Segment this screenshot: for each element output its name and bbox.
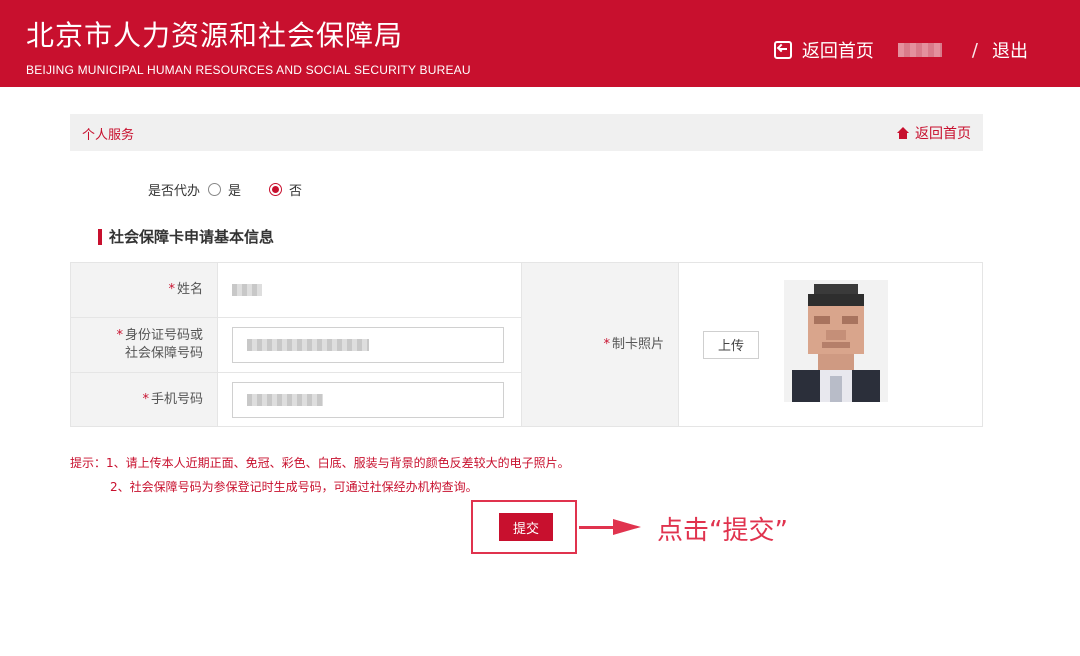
header-home-link[interactable]: 返回首页 xyxy=(802,37,874,63)
phone-value-cell xyxy=(218,373,522,426)
submit-button[interactable]: 提交 xyxy=(499,513,553,541)
name-value-cell xyxy=(218,263,522,318)
section-title: 社会保障卡申请基本信息 xyxy=(98,226,274,247)
breadcrumb-home-link[interactable]: 返回首页 xyxy=(897,123,971,143)
id-number-masked xyxy=(247,339,369,351)
section-marker xyxy=(98,228,102,245)
name-value-masked xyxy=(232,284,262,296)
breadcrumb: 个人服务 返回首页 xyxy=(70,114,983,151)
proxy-label: 是否代办 xyxy=(148,184,201,199)
id-value-cell xyxy=(218,318,522,373)
upload-button[interactable]: 上传 xyxy=(703,330,759,359)
pointer-arrow-icon xyxy=(613,519,641,535)
username-masked xyxy=(897,43,942,57)
return-home-icon[interactable] xyxy=(773,41,792,59)
phone-masked xyxy=(247,393,323,406)
phone-label: 手机号码 xyxy=(150,391,203,407)
site-subtitle: BEIJING MUNICIPAL HUMAN RESOURCES AND SO… xyxy=(26,63,471,77)
proxy-option-no[interactable]: 否 xyxy=(289,180,302,199)
uploaded-photo xyxy=(784,280,888,402)
proxy-radio-group: 是否代办 是 否 xyxy=(148,180,322,199)
tip-line-2: 2、社会保障号码为参保登记时生成号码，可通过社保经办机构查询。 xyxy=(110,480,478,494)
photo-label-cell: * 制卡照片 xyxy=(522,263,679,426)
header-separator: / xyxy=(971,39,978,61)
required-mark: * xyxy=(168,282,175,297)
proxy-option-yes[interactable]: 是 xyxy=(228,180,241,199)
required-mark: * xyxy=(603,336,610,352)
section-title-text: 社会保障卡申请基本信息 xyxy=(109,228,275,246)
site-header: 北京市人力资源和社会保障局 BEIJING MUNICIPAL HUMAN RE… xyxy=(0,0,1080,87)
tip-line-1: 提示：1、请上传本人近期正面、免冠、彩色、白底、服装与背景的颜色反差较大的电子照… xyxy=(70,456,570,470)
phone-input[interactable] xyxy=(232,381,504,418)
photo-image xyxy=(784,280,888,402)
name-label: 姓名 xyxy=(176,282,203,297)
header-nav: 返回首页 / 退出 xyxy=(773,36,1028,64)
breadcrumb-home-label: 返回首页 xyxy=(915,126,971,142)
upload-tips: 提示：1、请上传本人近期正面、免冠、彩色、白底、服装与背景的颜色反差较大的电子照… xyxy=(70,451,570,499)
proxy-radio-yes[interactable] xyxy=(208,183,222,196)
instruction-callout: 点击“提交” xyxy=(657,516,788,546)
id-label-line2: 社会保障号码 xyxy=(124,346,203,361)
id-label-line1: 身份证号码或 xyxy=(124,328,203,343)
breadcrumb-section[interactable]: 个人服务 xyxy=(82,124,134,143)
name-label-cell: * 姓名 xyxy=(71,263,218,318)
required-mark: * xyxy=(116,328,123,343)
id-number-input[interactable] xyxy=(232,327,504,363)
id-label-cell: * 身份证号码或 社会保障号码 xyxy=(71,318,218,373)
house-icon xyxy=(897,127,909,139)
site-title: 北京市人力资源和社会保障局 xyxy=(26,19,404,52)
proxy-radio-no[interactable] xyxy=(269,183,283,196)
logout-link[interactable]: 退出 xyxy=(992,37,1028,63)
phone-label-cell: * 手机号码 xyxy=(71,373,218,426)
photo-label: 制卡照片 xyxy=(611,336,664,352)
pointer-arrow-line xyxy=(579,526,615,529)
required-mark: * xyxy=(142,391,149,407)
